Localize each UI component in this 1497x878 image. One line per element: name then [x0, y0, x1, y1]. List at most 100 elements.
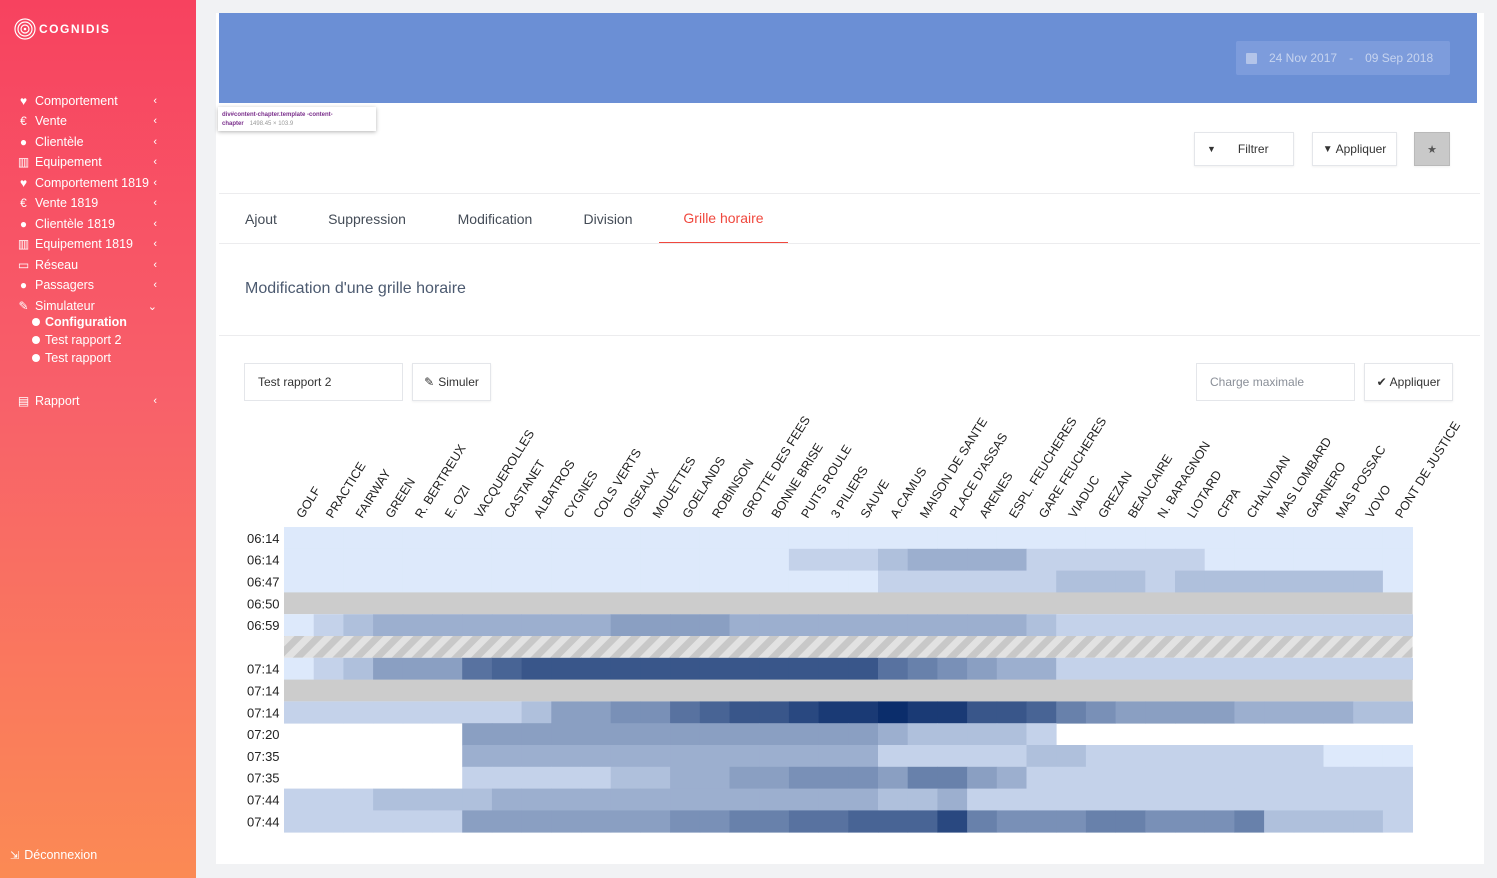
- heatmap-cell[interactable]: [1115, 657, 1146, 680]
- heatmap-cell[interactable]: [1026, 570, 1057, 593]
- heatmap-cell[interactable]: [670, 766, 701, 789]
- heatmap-cell[interactable]: [551, 570, 582, 593]
- heatmap-cell[interactable]: [699, 766, 730, 789]
- heatmap-cell[interactable]: [1264, 745, 1295, 768]
- heatmap-cell[interactable]: [551, 745, 582, 768]
- heatmap-cell[interactable]: [373, 810, 404, 833]
- tab-suppression[interactable]: Suppression: [317, 194, 417, 244]
- heatmap-cell[interactable]: [1085, 745, 1116, 768]
- heatmap-cell[interactable]: [878, 723, 909, 746]
- heatmap-cell[interactable]: [581, 766, 612, 789]
- heatmap-cell[interactable]: [1056, 701, 1087, 724]
- heatmap-cell[interactable]: [699, 701, 730, 724]
- simulate-button[interactable]: ✎ Simuler: [412, 363, 491, 401]
- heatmap-cell[interactable]: [1293, 614, 1324, 637]
- heatmap-cell[interactable]: [967, 548, 998, 571]
- heatmap-cell[interactable]: [818, 527, 849, 550]
- heatmap-cell[interactable]: [699, 570, 730, 593]
- cancelled-trip-row[interactable]: [284, 592, 1413, 615]
- heatmap-cell[interactable]: [1026, 614, 1057, 637]
- heatmap-cell[interactable]: [907, 723, 938, 746]
- heatmap-cell[interactable]: [343, 701, 374, 724]
- heatmap-cell[interactable]: [491, 745, 522, 768]
- heatmap-cell[interactable]: [729, 570, 760, 593]
- heatmap-cell[interactable]: [848, 788, 879, 811]
- sidebar-item-equipement[interactable]: ▥ Equipement ‹: [17, 153, 157, 171]
- heatmap-cell[interactable]: [521, 788, 552, 811]
- heatmap-cell[interactable]: [996, 614, 1027, 637]
- heatmap-cell[interactable]: [313, 614, 344, 637]
- heatmap-cell[interactable]: [967, 701, 998, 724]
- heatmap-cell[interactable]: [907, 614, 938, 637]
- heatmap-cell[interactable]: [343, 614, 374, 637]
- heatmap-cell[interactable]: [699, 745, 730, 768]
- heatmap-cell[interactable]: [1264, 570, 1295, 593]
- heatmap-cell[interactable]: [1056, 657, 1087, 680]
- sidebar-item-comportement[interactable]: ♥ Comportement ‹: [17, 92, 157, 110]
- heatmap-cell[interactable]: [878, 745, 909, 768]
- heatmap-cell[interactable]: [759, 570, 790, 593]
- heatmap-cell[interactable]: [521, 745, 552, 768]
- heatmap-cell[interactable]: [491, 788, 522, 811]
- heatmap-cell[interactable]: [581, 745, 612, 768]
- heatmap-cell[interactable]: [491, 548, 522, 571]
- heatmap-cell[interactable]: [1264, 657, 1295, 680]
- heatmap-cell[interactable]: [1264, 766, 1295, 789]
- heatmap-cell[interactable]: [1145, 788, 1176, 811]
- heatmap-cell[interactable]: [1293, 766, 1324, 789]
- heatmap-cell[interactable]: [996, 527, 1027, 550]
- heatmap-cell[interactable]: [462, 548, 493, 571]
- heatmap-cell[interactable]: [1085, 810, 1116, 833]
- heatmap-cell[interactable]: [313, 657, 344, 680]
- heatmap-cell[interactable]: [373, 548, 404, 571]
- heatmap-cell[interactable]: [788, 701, 819, 724]
- heatmap-cell[interactable]: [1204, 810, 1235, 833]
- heatmap-cell[interactable]: [402, 810, 433, 833]
- filter-dropdown[interactable]: ▼ Filtrer: [1194, 132, 1294, 166]
- heatmap-cell[interactable]: [878, 548, 909, 571]
- heatmap-cell[interactable]: [907, 766, 938, 789]
- sidebar-item-rapport[interactable]: ▤ Rapport ‹: [17, 392, 157, 410]
- heatmap-cell[interactable]: [1204, 788, 1235, 811]
- heatmap-cell[interactable]: [878, 657, 909, 680]
- heatmap-cell[interactable]: [729, 723, 760, 746]
- heatmap-cell[interactable]: [373, 788, 404, 811]
- heatmap-cell[interactable]: [967, 788, 998, 811]
- heatmap-cell[interactable]: [640, 723, 671, 746]
- heatmap-cell[interactable]: [1145, 548, 1176, 571]
- heatmap-cell[interactable]: [878, 788, 909, 811]
- heatmap-cell[interactable]: [788, 788, 819, 811]
- heatmap-cell[interactable]: [1353, 548, 1384, 571]
- apply-filter-button[interactable]: ▼ Appliquer: [1312, 132, 1397, 166]
- heatmap-cell[interactable]: [1293, 810, 1324, 833]
- heatmap-cell[interactable]: [1204, 548, 1235, 571]
- heatmap-cell[interactable]: [432, 570, 463, 593]
- heatmap-cell[interactable]: [1293, 745, 1324, 768]
- heatmap-cell[interactable]: [284, 810, 315, 833]
- heatmap-cell[interactable]: [1382, 657, 1413, 680]
- heatmap-cell[interactable]: [1085, 548, 1116, 571]
- heatmap-cell[interactable]: [670, 614, 701, 637]
- heatmap-cell[interactable]: [551, 527, 582, 550]
- heatmap-cell[interactable]: [521, 810, 552, 833]
- heatmap-cell[interactable]: [402, 527, 433, 550]
- heatmap-cell[interactable]: [907, 657, 938, 680]
- sidebar-item-passagers[interactable]: ● Passagers ‹: [17, 276, 157, 294]
- heatmap-cell[interactable]: [373, 657, 404, 680]
- heatmap-cell[interactable]: [759, 810, 790, 833]
- heatmap-cell[interactable]: [1085, 570, 1116, 593]
- heatmap-cell[interactable]: [640, 570, 671, 593]
- heatmap-cell[interactable]: [818, 701, 849, 724]
- heatmap-cell[interactable]: [313, 527, 344, 550]
- heatmap-cell[interactable]: [1145, 570, 1176, 593]
- heatmap-cell[interactable]: [1145, 745, 1176, 768]
- heatmap-cell[interactable]: [1085, 614, 1116, 637]
- heatmap-cell[interactable]: [462, 570, 493, 593]
- heatmap-cell[interactable]: [610, 527, 641, 550]
- heatmap-cell[interactable]: [1026, 745, 1057, 768]
- heatmap-cell[interactable]: [1323, 570, 1354, 593]
- heatmap-cell[interactable]: [937, 657, 968, 680]
- heatmap-cell[interactable]: [967, 810, 998, 833]
- heatmap-cell[interactable]: [1264, 701, 1295, 724]
- heatmap-cell[interactable]: [1204, 570, 1235, 593]
